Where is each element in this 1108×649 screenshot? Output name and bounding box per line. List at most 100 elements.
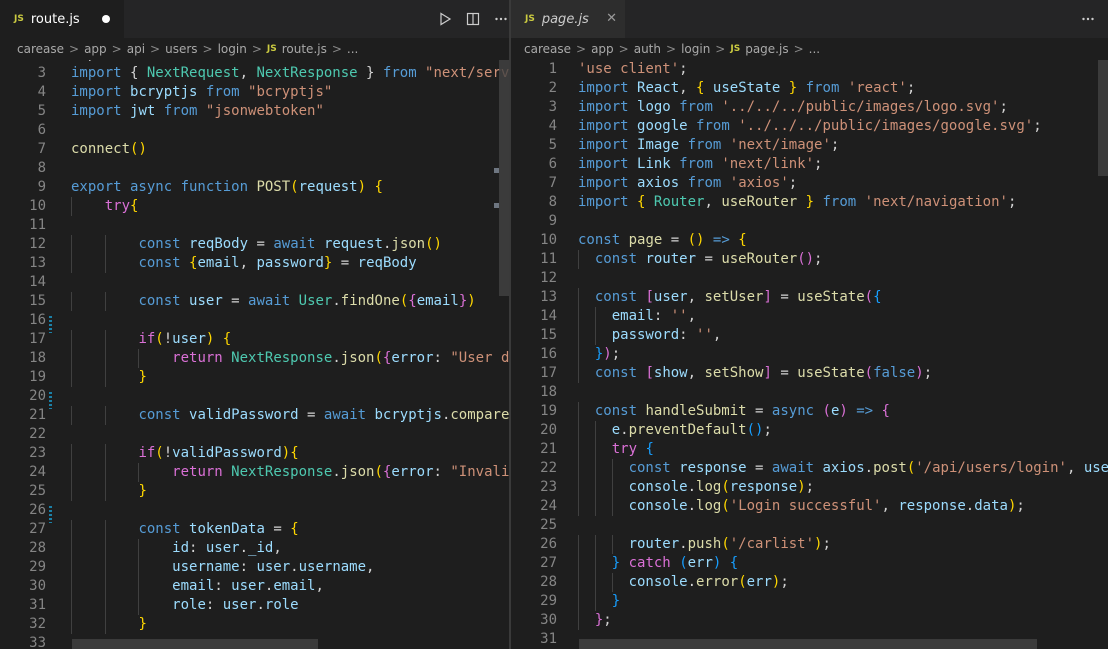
breadcrumb-item[interactable]: carease [524, 42, 571, 56]
indent-guide [611, 573, 613, 592]
breadcrumb-item[interactable]: api [127, 42, 145, 56]
code-line[interactable]: 28 console.error(err); [511, 573, 1108, 592]
code-line[interactable]: 5 import jwt from "jsonwebtoken" [0, 102, 509, 121]
more-actions-icon[interactable] [1081, 12, 1095, 26]
breadcrumb-item[interactable]: ... [809, 42, 820, 56]
tab-route-js[interactable]: JS route.js [0, 0, 124, 38]
code-line[interactable]: 21 const validPassword = await bcryptjs.… [0, 406, 509, 425]
code-line[interactable]: 24 return NextResponse.json({error: "Inv… [0, 463, 509, 482]
code-token: axios [637, 175, 680, 191]
code-line[interactable]: 16 [0, 311, 509, 330]
code-line[interactable]: 10 const page = () => { [511, 231, 1108, 250]
code-line[interactable]: 15 password: '', [511, 326, 1108, 345]
git-change-marker[interactable] [49, 506, 52, 523]
indent-guide [594, 535, 596, 554]
code-line[interactable]: 3 import logo from '../../../public/image… [511, 98, 1108, 117]
breadcrumb-item[interactable]: auth [634, 42, 661, 56]
code-editor-right[interactable]: 1 'use client'; 2 import React, { useState … [511, 60, 1108, 649]
run-icon[interactable] [438, 12, 452, 26]
code-line[interactable]: 5 import Image from 'next/image'; [511, 136, 1108, 155]
code-line[interactable]: 17 if(!user) { [0, 330, 509, 349]
code-line[interactable]: 15 const user = await User.findOne({emai… [0, 292, 509, 311]
code-line[interactable]: 9 [511, 212, 1108, 231]
editor-actions [1067, 0, 1095, 38]
code-line[interactable]: 29 } [511, 592, 1108, 611]
code-line[interactable]: 14 [0, 273, 509, 292]
code-line[interactable]: 13 const [user, setUser] = useState({ [511, 288, 1108, 307]
code-line[interactable]: 31 role: user.role [0, 596, 509, 615]
code-line[interactable]: 28 id: user._id, [0, 539, 509, 558]
code-line[interactable]: 4 import bcryptjs from "bcryptjs" [0, 83, 509, 102]
code-line[interactable]: 6 [0, 121, 509, 140]
breadcrumb-item[interactable]: carease [17, 42, 64, 56]
code-line[interactable]: 22 const response = await axios.post('/a… [511, 459, 1108, 478]
breadcrumb-item[interactable]: ... [347, 42, 358, 56]
code-line[interactable]: 8 import { Router, useRouter } from 'next… [511, 193, 1108, 212]
breadcrumb-item[interactable]: app [84, 42, 107, 56]
code-token: = [662, 232, 688, 248]
code-line[interactable]: 26 router.push('/carlist'); [511, 535, 1108, 554]
git-change-marker[interactable] [49, 392, 52, 409]
code-line[interactable]: 18 [511, 383, 1108, 402]
breadcrumb-item[interactable]: route.js [282, 42, 327, 56]
code-text: const response = await axios.post('/api/… [578, 459, 1108, 478]
breadcrumb-item[interactable]: page.js [745, 42, 788, 56]
code-line[interactable]: 6 import Link from 'next/link'; [511, 155, 1108, 174]
vertical-scrollbar[interactable] [499, 60, 509, 296]
code-line[interactable]: 22 [0, 425, 509, 444]
code-line[interactable]: 12 [511, 269, 1108, 288]
code-line[interactable]: 12 const reqBody = await request.json() [0, 235, 509, 254]
code-line[interactable]: 19 const handleSubmit = async (e) => { [511, 402, 1108, 421]
more-actions-icon[interactable] [494, 12, 508, 26]
code-line[interactable]: 21 try { [511, 440, 1108, 459]
close-tab-icon[interactable]: ✕ [606, 11, 617, 27]
breadcrumb-item[interactable]: app [591, 42, 614, 56]
code-editor-left[interactable]: 2import User from '@/models/user'3import… [0, 60, 509, 649]
code-line[interactable]: 11 [0, 216, 509, 235]
breadcrumb-item[interactable]: login [681, 42, 710, 56]
code-line[interactable]: 13 const {email, password} = reqBody [0, 254, 509, 273]
horizontal-scrollbar[interactable] [72, 639, 318, 649]
code-line[interactable]: 16 }); [511, 345, 1108, 364]
code-line[interactable]: 19 } [0, 368, 509, 387]
code-line[interactable]: 7 import axios from 'axios'; [511, 174, 1108, 193]
code-line[interactable]: 20 e.preventDefault(); [511, 421, 1108, 440]
code-line[interactable]: 32 } [0, 615, 509, 634]
line-number: 5 [548, 137, 557, 153]
code-line[interactable]: 23 console.log(response); [511, 478, 1108, 497]
code-line[interactable]: 29 username: user.username, [0, 558, 509, 577]
code-line[interactable]: 7 connect() [0, 140, 509, 159]
code-line[interactable]: 4 import google from '../../../public/ima… [511, 117, 1108, 136]
code-line[interactable]: 24 console.log('Login successful', respo… [511, 497, 1108, 516]
split-editor-icon[interactable] [466, 12, 480, 26]
git-change-marker[interactable] [49, 316, 52, 333]
horizontal-scrollbar[interactable] [579, 639, 1037, 649]
code-line[interactable]: 30 email: user.email, [0, 577, 509, 596]
vertical-scrollbar[interactable] [1098, 60, 1108, 176]
line-number: 21 [540, 441, 557, 457]
code-token: ; [611, 346, 621, 362]
code-line[interactable]: 30 }; [511, 611, 1108, 630]
code-line[interactable]: 14 email: '', [511, 307, 1108, 326]
code-line[interactable]: 17 const [show, setShow] = useState(fals… [511, 364, 1108, 383]
code-line[interactable]: 20 [0, 387, 509, 406]
code-line[interactable]: 26 [0, 501, 509, 520]
code-line[interactable]: 23 if(!validPassword){ [0, 444, 509, 463]
code-line[interactable]: 3 import { NextRequest, NextResponse } fr… [0, 64, 509, 83]
code-line[interactable]: 18 return NextResponse.json({error: "Use… [0, 349, 509, 368]
code-line[interactable]: 1 'use client'; [511, 60, 1108, 79]
code-line[interactable]: 9 export async function POST(request) { [0, 178, 509, 197]
breadcrumb-item[interactable]: login [218, 42, 247, 56]
code-line[interactable]: 25 } [0, 482, 509, 501]
code-line[interactable]: 27 const tokenData = { [0, 520, 509, 539]
tab-page-js[interactable]: JS page.js ✕ [511, 0, 625, 38]
code-line[interactable]: 2 import React, { useState } from 'react'… [511, 79, 1108, 98]
unsaved-dot-icon[interactable] [102, 15, 110, 23]
code-line[interactable]: 11 const router = useRouter(); [511, 250, 1108, 269]
code-line[interactable]: 8 [0, 159, 509, 178]
code-line[interactable]: 10 try{ [0, 197, 509, 216]
code-line[interactable]: 25 [511, 516, 1108, 535]
code-line[interactable]: 27 } catch (err) { [511, 554, 1108, 573]
breadcrumb-item[interactable]: users [165, 42, 197, 56]
